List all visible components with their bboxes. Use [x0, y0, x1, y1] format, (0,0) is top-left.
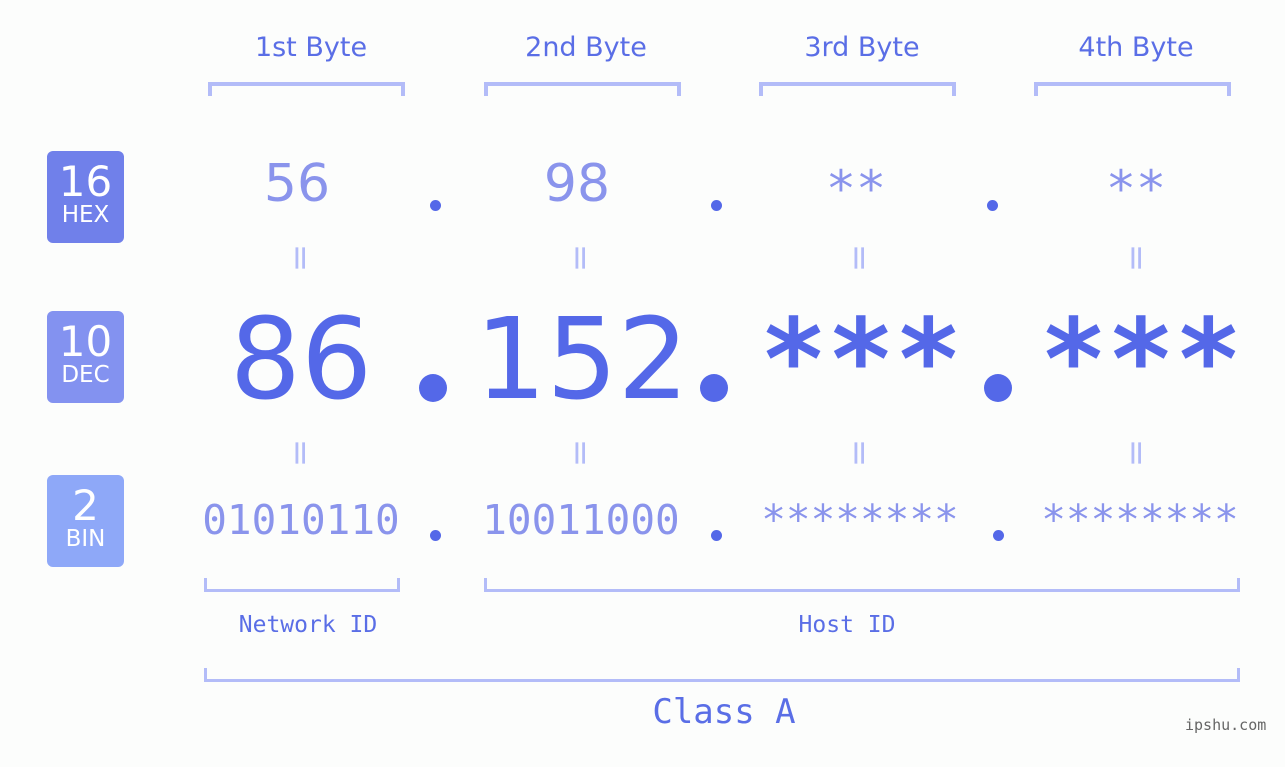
- hex-dot-3: [987, 200, 998, 211]
- byte-bracket-1: [208, 82, 405, 96]
- bin-dot-1: [430, 530, 441, 541]
- dec-byte-2: 152: [475, 295, 689, 425]
- dec-dot-3: [984, 374, 1012, 402]
- bin-byte-2: 10011000: [482, 496, 680, 544]
- dec-byte-3: ***: [759, 296, 963, 426]
- byte-header-1: 1st Byte: [254, 32, 368, 63]
- bin-dot-3: [993, 530, 1004, 541]
- dec-dot-1: [419, 374, 447, 402]
- dec-byte-1: 86: [229, 295, 373, 425]
- equals-sign: =: [280, 243, 320, 273]
- equals-sign: =: [560, 438, 600, 468]
- bin-byte-1: 01010110: [202, 496, 400, 544]
- equals-sign: =: [560, 243, 600, 273]
- dec-dot-2: [700, 374, 728, 402]
- dec-base-label: DEC: [61, 362, 110, 388]
- dec-badge: 10 DEC: [47, 311, 124, 403]
- network-id-bracket: [204, 578, 400, 592]
- bin-byte-4: ********: [1041, 496, 1239, 544]
- equals-sign: =: [839, 438, 879, 468]
- byte-header-3: 3rd Byte: [804, 32, 920, 63]
- hex-byte-2: 98: [543, 154, 611, 214]
- byte-header-4: 4th Byte: [1078, 32, 1194, 63]
- bin-byte-3: ********: [761, 496, 959, 544]
- equals-sign: =: [280, 438, 320, 468]
- hex-badge: 16 HEX: [47, 151, 124, 243]
- class-bracket: [204, 668, 1240, 682]
- hex-dot-1: [430, 200, 441, 211]
- equals-sign: =: [1116, 438, 1156, 468]
- hex-byte-1: 56: [263, 154, 331, 214]
- hex-base-label: HEX: [61, 202, 110, 228]
- hex-dot-2: [711, 200, 722, 211]
- host-id-bracket: [484, 578, 1240, 592]
- hex-byte-3: **: [825, 160, 887, 218]
- bin-dot-2: [711, 530, 722, 541]
- dec-base-number: 10: [58, 317, 113, 366]
- bin-base-label: BIN: [65, 526, 106, 552]
- byte-bracket-3: [759, 82, 956, 96]
- equals-sign: =: [1116, 243, 1156, 273]
- class-label: Class A: [652, 692, 796, 732]
- hex-base-number: 16: [58, 157, 113, 206]
- host-id-label: Host ID: [798, 612, 896, 638]
- hex-byte-4: **: [1105, 160, 1167, 218]
- equals-sign: =: [839, 243, 879, 273]
- watermark: ipshu.com: [1185, 716, 1267, 734]
- byte-bracket-4: [1034, 82, 1231, 96]
- byte-header-2: 2nd Byte: [525, 32, 647, 63]
- byte-bracket-2: [484, 82, 681, 96]
- bin-badge: 2 BIN: [47, 475, 124, 567]
- dec-byte-4: ***: [1039, 296, 1243, 426]
- bin-base-number: 2: [72, 481, 99, 530]
- network-id-label: Network ID: [238, 612, 378, 638]
